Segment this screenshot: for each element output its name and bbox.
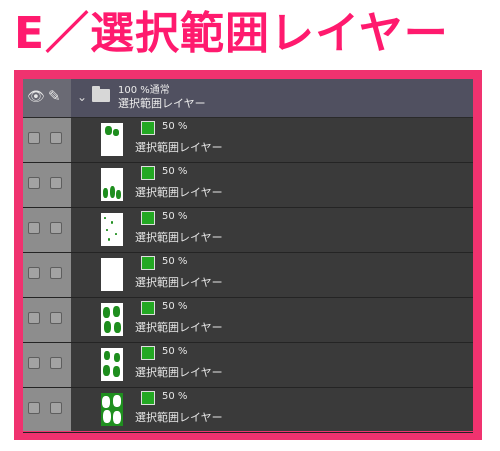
thumbnail-mark bbox=[113, 395, 121, 407]
thumbnail-mark bbox=[113, 129, 119, 136]
thumbnail-mark bbox=[102, 396, 110, 408]
thumbnail-mark bbox=[108, 238, 110, 241]
layer-name: 選択範囲レイヤー bbox=[135, 186, 223, 199]
visibility-checkbox[interactable] bbox=[28, 357, 40, 369]
layer-folder-header[interactable]: 👁 ✎ ⌄ 100 %通常 選択範囲レイヤー bbox=[23, 79, 473, 118]
lock-checkbox[interactable] bbox=[50, 222, 62, 234]
folder-icon bbox=[92, 86, 110, 102]
layer-name: 選択範囲レイヤー bbox=[135, 141, 223, 154]
layer-name: 選択範囲レイヤー bbox=[135, 276, 223, 289]
layer-name: 選択範囲レイヤー bbox=[135, 231, 223, 244]
layer-color-swatch bbox=[141, 391, 155, 405]
folder-name: 選択範囲レイヤー bbox=[118, 97, 206, 110]
layer-color-swatch bbox=[141, 166, 155, 180]
thumbnail-mark bbox=[104, 321, 111, 333]
layer-thumbnail bbox=[101, 348, 123, 381]
layer-color-swatch bbox=[141, 256, 155, 270]
lock-checkbox[interactable] bbox=[50, 177, 62, 189]
layer-opacity: 50 % bbox=[162, 211, 188, 222]
layer-name: 選択範囲レイヤー bbox=[135, 321, 223, 334]
thumbnail-mark bbox=[116, 190, 121, 199]
layer-opacity: 50 % bbox=[162, 121, 188, 132]
layer-row[interactable]: 50 % 選択範囲レイヤー bbox=[23, 208, 473, 253]
page-title: E／選択範囲レイヤー bbox=[14, 8, 449, 59]
layer-thumbnail bbox=[101, 213, 123, 246]
layer-name: 選択範囲レイヤー bbox=[135, 366, 223, 379]
lock-checkbox[interactable] bbox=[50, 357, 62, 369]
folder-blend-mode: 100 %通常 bbox=[118, 85, 170, 96]
layer-opacity: 50 % bbox=[162, 346, 188, 357]
layer-row[interactable]: 50 % 選択範囲レイヤー bbox=[23, 253, 473, 298]
thumbnail-mark bbox=[104, 217, 106, 219]
visibility-checkbox[interactable] bbox=[28, 267, 40, 279]
thumbnail-mark bbox=[103, 365, 110, 376]
layer-opacity: 50 % bbox=[162, 166, 188, 177]
visibility-checkbox[interactable] bbox=[28, 177, 40, 189]
thumbnail-mark bbox=[114, 322, 121, 333]
lock-checkbox[interactable] bbox=[50, 312, 62, 324]
layer-color-swatch bbox=[141, 301, 155, 315]
thumbnail-mark bbox=[104, 351, 110, 360]
layer-row[interactable]: 50 % 選択範囲レイヤー bbox=[23, 163, 473, 208]
layer-thumbnail bbox=[101, 258, 123, 291]
pen-icon[interactable]: ✎ bbox=[48, 87, 61, 105]
thumbnail-mark bbox=[115, 233, 117, 235]
thumbnail-mark bbox=[113, 306, 120, 317]
layer-row[interactable]: 50 % 選択範囲レイヤー bbox=[23, 298, 473, 343]
layer-row[interactable]: 50 % 選択範囲レイヤー bbox=[23, 118, 473, 163]
layer-panel: 👁 ✎ ⌄ 100 %通常 選択範囲レイヤー 50 % 選択範囲レイヤー 50 % 選… bbox=[23, 79, 473, 433]
layer-thumbnail bbox=[101, 393, 123, 426]
lock-checkbox[interactable] bbox=[50, 402, 62, 414]
thumbnail-mark bbox=[110, 186, 115, 198]
thumbnail-mark bbox=[106, 229, 108, 231]
thumbnail-mark bbox=[113, 366, 120, 377]
chevron-down-icon[interactable]: ⌄ bbox=[77, 90, 87, 104]
lock-checkbox[interactable] bbox=[50, 132, 62, 144]
layer-thumbnail bbox=[101, 123, 123, 156]
layer-color-swatch bbox=[141, 121, 155, 135]
layer-row[interactable]: 50 % 選択範囲レイヤー bbox=[23, 343, 473, 388]
layer-color-swatch bbox=[141, 211, 155, 225]
layer-thumbnail bbox=[101, 168, 123, 201]
thumbnail-mark bbox=[114, 353, 120, 362]
thumbnail-mark bbox=[103, 188, 108, 198]
layer-opacity: 50 % bbox=[162, 391, 188, 402]
visibility-checkbox[interactable] bbox=[28, 312, 40, 324]
layer-name: 選択範囲レイヤー bbox=[135, 411, 223, 424]
visibility-checkbox[interactable] bbox=[28, 132, 40, 144]
thumbnail-mark bbox=[103, 410, 111, 423]
thumbnail-mark bbox=[111, 221, 113, 224]
eye-icon[interactable]: 👁 bbox=[27, 89, 45, 105]
layer-color-swatch bbox=[141, 346, 155, 360]
thumbnail-mark bbox=[105, 126, 112, 135]
layer-thumbnail bbox=[101, 303, 123, 336]
thumbnail-mark bbox=[103, 307, 110, 318]
layer-row[interactable]: 50 % 選択範囲レイヤー bbox=[23, 388, 473, 433]
thumbnail-mark bbox=[113, 411, 121, 424]
visibility-checkbox[interactable] bbox=[28, 222, 40, 234]
layer-opacity: 50 % bbox=[162, 256, 188, 267]
lock-checkbox[interactable] bbox=[50, 267, 62, 279]
highlight-frame: 👁 ✎ ⌄ 100 %通常 選択範囲レイヤー 50 % 選択範囲レイヤー 50 % 選… bbox=[14, 70, 482, 440]
layer-opacity: 50 % bbox=[162, 301, 188, 312]
visibility-checkbox[interactable] bbox=[28, 402, 40, 414]
